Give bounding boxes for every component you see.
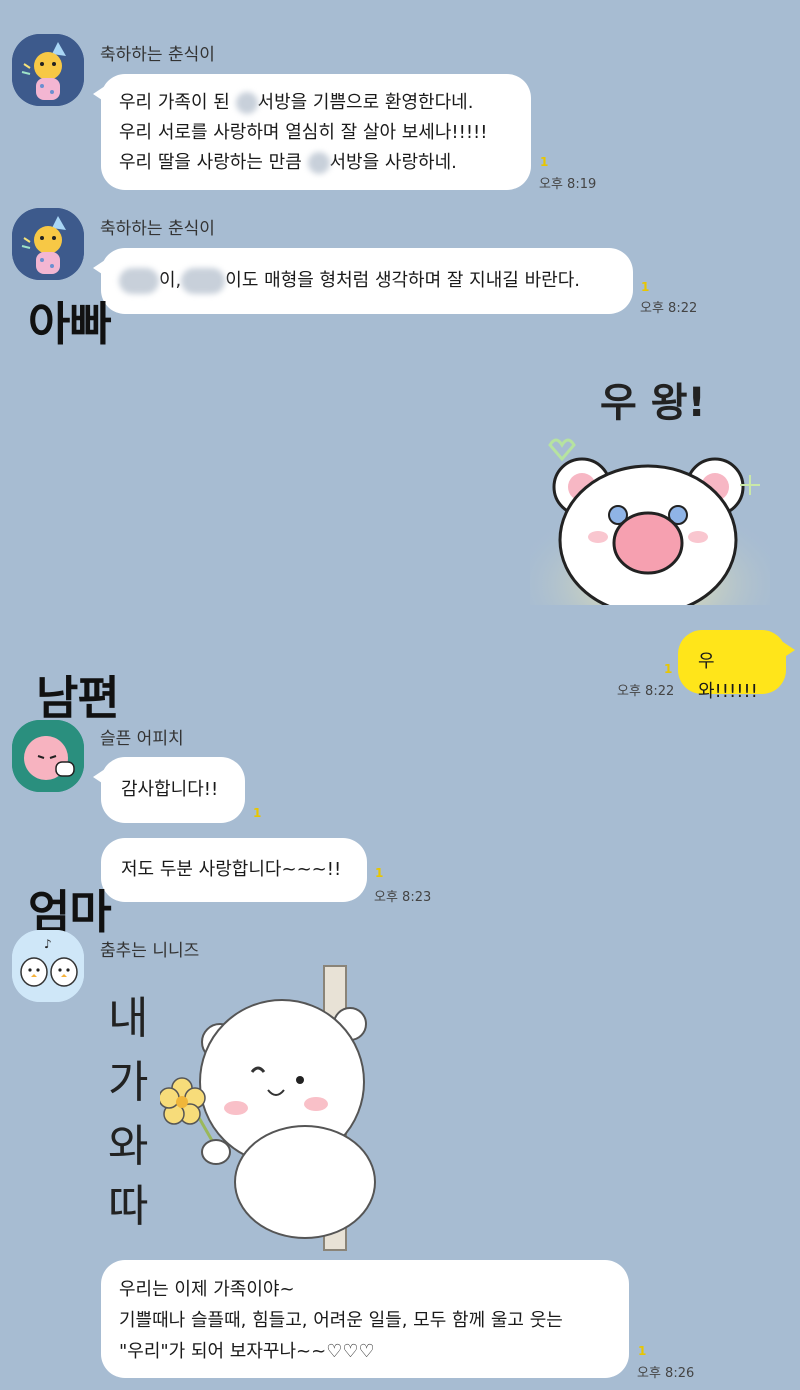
message-line: 우리 딸을 사랑하는 만큼 서방을 사랑하네. bbox=[119, 148, 513, 178]
chunsik-avatar-icon bbox=[12, 34, 84, 106]
sticker-char: 내 bbox=[108, 993, 149, 1044]
message-text: 우와!!!!!! bbox=[698, 651, 758, 702]
niniz-avatar-icon: ♪ bbox=[12, 930, 84, 1002]
redacted-name bbox=[181, 268, 226, 294]
sender-name: 슬픈 어피치 bbox=[100, 729, 184, 749]
message-bubble[interactable]: 우리는 이제 가족이야~ 기쁠때나 슬플때, 힘들고, 어려운 일들, 모두 함… bbox=[101, 1260, 629, 1378]
redacted-name bbox=[119, 268, 159, 294]
read-count: 1 bbox=[664, 662, 673, 676]
message-text: 이도 매형을 형처럼 생각하며 잘 지내길 바란다. bbox=[225, 270, 580, 291]
timestamp: 오후 8:22 bbox=[617, 684, 675, 699]
svg-text:♪: ♪ bbox=[44, 937, 52, 951]
redacted-name bbox=[307, 152, 330, 174]
message-line: 우리 가족이 된 서방을 기쁨으로 환영한다네. bbox=[119, 88, 513, 118]
timestamp: 오후 8:26 bbox=[637, 1366, 695, 1381]
message-text: 우리 딸을 사랑하는 만큼 bbox=[119, 152, 308, 173]
message-line: 우리는 이제 가족이야~ bbox=[119, 1279, 295, 1300]
read-count: 1 bbox=[638, 1344, 647, 1358]
sticker-char: 가 bbox=[108, 1057, 149, 1108]
message-text: 이, bbox=[159, 270, 182, 291]
message-text: 서방을 사랑하네. bbox=[329, 152, 457, 173]
read-count: 1 bbox=[375, 866, 384, 880]
message-line: 기쁠때나 슬플때, 힘들고, 어려운 일들, 모두 함께 울고 웃는 bbox=[119, 1310, 563, 1331]
sticker-char: 따 bbox=[108, 1181, 149, 1232]
timestamp: 오후 8:19 bbox=[539, 177, 597, 192]
read-count: 1 bbox=[253, 806, 262, 820]
message-bubble[interactable]: 이, 이도 매형을 형처럼 생각하며 잘 지내길 바란다. bbox=[93, 248, 633, 314]
apeach-avatar-icon bbox=[12, 720, 84, 792]
sender-name: 춤추는 니니즈 bbox=[100, 941, 200, 961]
sender-name: 축하하는 춘식이 bbox=[100, 45, 215, 65]
message-bubble[interactable]: 저도 두분 사랑합니다~~~!! bbox=[101, 838, 367, 902]
message-text: 감사합니다!! bbox=[121, 779, 219, 800]
redacted-name bbox=[235, 92, 258, 114]
avatar-chunsik[interactable] bbox=[12, 34, 84, 106]
read-count: 1 bbox=[540, 155, 549, 169]
message-line: 이, 이도 매형을 형처럼 생각하며 잘 지내길 바란다. bbox=[119, 266, 615, 296]
sticker-caption: 우 왕! bbox=[600, 380, 706, 426]
message-text: 저도 두분 사랑합니다~~~!! bbox=[121, 859, 342, 880]
bear-with-flower-sticker-icon[interactable] bbox=[160, 962, 400, 1252]
message-line: "우리"가 되어 보자꾸나~~♡♡♡ bbox=[119, 1341, 375, 1362]
timestamp: 오후 8:22 bbox=[640, 301, 698, 316]
sticker-char: 와 bbox=[108, 1121, 149, 1172]
message-text: 우리 가족이 된 bbox=[119, 92, 236, 113]
message-bubble[interactable]: 우리 가족이 된 서방을 기쁨으로 환영한다네. 우리 서로를 사랑하며 열심히… bbox=[93, 74, 531, 190]
label-dad: 아빠 bbox=[28, 297, 112, 351]
timestamp: 오후 8:23 bbox=[374, 890, 432, 905]
read-count: 1 bbox=[641, 280, 650, 294]
avatar-apeach[interactable] bbox=[12, 720, 84, 792]
message-line: 우리 서로를 사랑하며 열심히 잘 살아 보세나!!!!! bbox=[119, 122, 488, 143]
mouse-sticker-icon[interactable] bbox=[530, 425, 770, 605]
my-message-bubble[interactable]: 우와!!!!!! bbox=[678, 630, 795, 702]
avatar-niniz[interactable]: ♪ bbox=[12, 930, 84, 1002]
sender-name: 축하하는 춘식이 bbox=[100, 219, 215, 239]
chunsik-avatar-icon bbox=[12, 208, 84, 280]
avatar-chunsik[interactable] bbox=[12, 208, 84, 280]
label-husband: 남편 bbox=[36, 671, 120, 725]
message-bubble[interactable]: 감사합니다!! bbox=[93, 757, 245, 823]
message-text: 서방을 기쁨으로 환영한다네. bbox=[257, 92, 474, 113]
